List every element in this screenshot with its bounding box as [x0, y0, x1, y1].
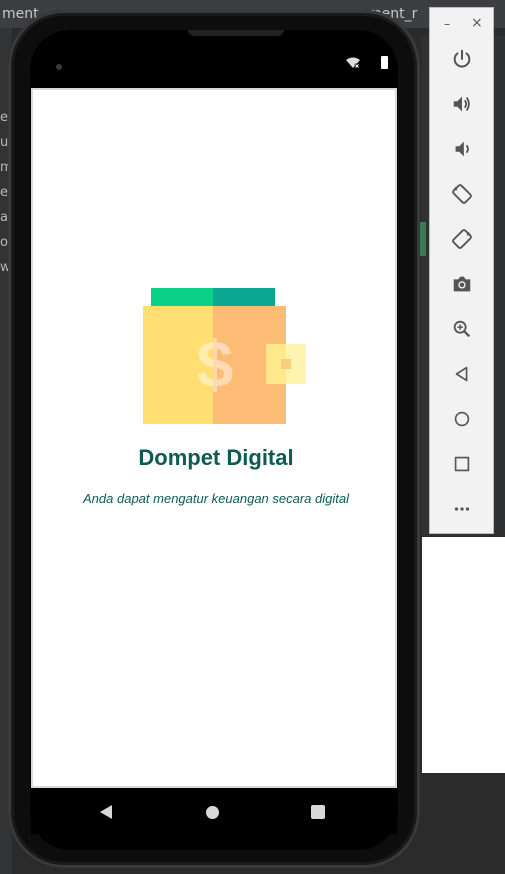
volume-down-icon: [455, 141, 469, 157]
nav-home-icon[interactable]: [206, 806, 219, 819]
close-button[interactable]: ×: [471, 15, 483, 31]
front-camera: [56, 64, 62, 70]
ide-side-text: e: [0, 185, 8, 200]
volume-down-button[interactable]: [447, 134, 477, 164]
screenshot-button[interactable]: [447, 269, 477, 299]
android-nav-bar: [31, 790, 397, 834]
more-icon: [454, 507, 470, 511]
back-button[interactable]: [447, 359, 477, 389]
home-button[interactable]: [447, 404, 477, 434]
wifi-off-icon: [346, 57, 360, 69]
speaker-grille: [188, 30, 284, 36]
minimize-button[interactable]: –: [444, 17, 450, 31]
wallet-logo: $: [143, 288, 306, 424]
dollar-sign-icon: $: [197, 327, 234, 401]
battery-icon: [381, 56, 388, 69]
app-screen: $ Dompet Digital Anda dapat mengatur keu…: [31, 88, 397, 788]
rotate-left-icon: [452, 184, 472, 204]
overview-button[interactable]: [447, 449, 477, 479]
rotate-right-button[interactable]: [447, 224, 477, 254]
ide-side-text: e: [0, 110, 8, 125]
volume-up-icon: [453, 96, 470, 112]
overview-icon: [454, 456, 470, 472]
emulator-toolbar: – ×: [429, 7, 494, 534]
more-button[interactable]: [447, 494, 477, 524]
ide-side-text: a: [0, 210, 8, 225]
power-button[interactable]: [447, 44, 477, 74]
ide-indicator: [420, 222, 426, 256]
app-title: Dompet Digital: [138, 445, 294, 470]
rotate-right-icon: [452, 229, 472, 249]
rotate-left-button[interactable]: [447, 179, 477, 209]
ide-side-text: o: [0, 235, 8, 250]
back-icon: [455, 366, 468, 382]
ide-preview-area: [422, 537, 505, 773]
nav-recents-icon[interactable]: [311, 805, 325, 819]
volume-up-button[interactable]: [447, 89, 477, 119]
nav-back-icon[interactable]: [100, 805, 112, 819]
zoom-button[interactable]: [447, 314, 477, 344]
camera-icon: [453, 276, 471, 292]
power-icon: [453, 49, 471, 68]
zoom-icon: [453, 320, 471, 338]
home-icon: [454, 411, 470, 427]
ide-side-text: u: [0, 135, 9, 150]
app-subtitle: Anda dapat mengatur keuangan secara digi…: [83, 491, 349, 506]
